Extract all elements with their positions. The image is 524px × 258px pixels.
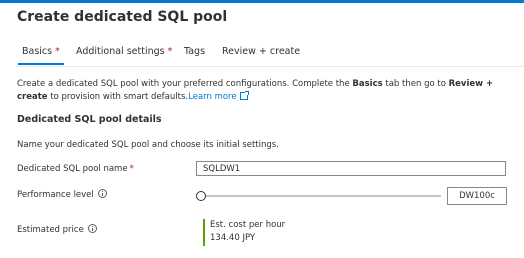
- pool-name-label-text: Dedicated SQL pool name: [17, 164, 128, 174]
- price-value: 134.40 JPY: [210, 233, 256, 243]
- intro-basics-emphasis: Basics: [352, 79, 383, 89]
- intro-text-part: tab then go to: [382, 79, 449, 89]
- performance-level-label-text: Performance level: [17, 190, 94, 200]
- learn-more-label: Learn more: [188, 91, 237, 102]
- active-tab-indicator: [18, 63, 64, 65]
- slider-thumb[interactable]: [196, 191, 206, 201]
- pool-name-input[interactable]: [196, 161, 506, 176]
- tab-basics[interactable]: Basics *: [22, 46, 60, 57]
- info-icon[interactable]: [87, 224, 97, 233]
- estimated-price-label-text: Estimated price: [17, 225, 84, 235]
- tab-additional-settings[interactable]: Additional settings *: [76, 46, 172, 57]
- estimated-price-label: Estimated price: [17, 224, 97, 235]
- tab-additional-settings-label: Additional settings: [76, 46, 165, 57]
- performance-slider[interactable]: [196, 190, 441, 202]
- tab-review-create-label: Review + create: [222, 46, 301, 57]
- tab-tags[interactable]: Tags: [184, 46, 205, 57]
- performance-level-label: Performance level: [17, 189, 107, 200]
- page-title: Create dedicated SQL pool: [17, 9, 228, 25]
- intro-text-part: Create a dedicated SQL pool with your pr…: [17, 79, 353, 89]
- price-heading: Est. cost per hour: [210, 220, 286, 230]
- top-accent-bar: [0, 0, 524, 3]
- section-title: Dedicated SQL pool details: [17, 114, 162, 125]
- intro-text: Create a dedicated SQL pool with your pr…: [17, 78, 517, 103]
- learn-more-link[interactable]: Learn more: [188, 90, 249, 102]
- info-icon[interactable]: [97, 189, 107, 198]
- external-link-icon: [239, 90, 249, 100]
- tab-basics-label: Basics: [22, 46, 53, 57]
- tab-divider: [17, 66, 524, 67]
- required-asterisk: *: [129, 164, 134, 174]
- tab-basics-required: *: [55, 46, 60, 57]
- section-description: Name your dedicated SQL pool and choose …: [17, 140, 279, 150]
- pool-name-label: Dedicated SQL pool name *: [17, 164, 134, 174]
- performance-level-value: DW100c: [447, 187, 507, 205]
- slider-track: [202, 195, 441, 197]
- intro-text-part: to provision with smart defaults.: [47, 91, 189, 102]
- tab-tags-label: Tags: [184, 46, 206, 57]
- tab-review-create[interactable]: Review + create: [222, 46, 300, 57]
- tab-additional-settings-required: *: [167, 46, 173, 57]
- price-indicator-bar: [203, 219, 205, 246]
